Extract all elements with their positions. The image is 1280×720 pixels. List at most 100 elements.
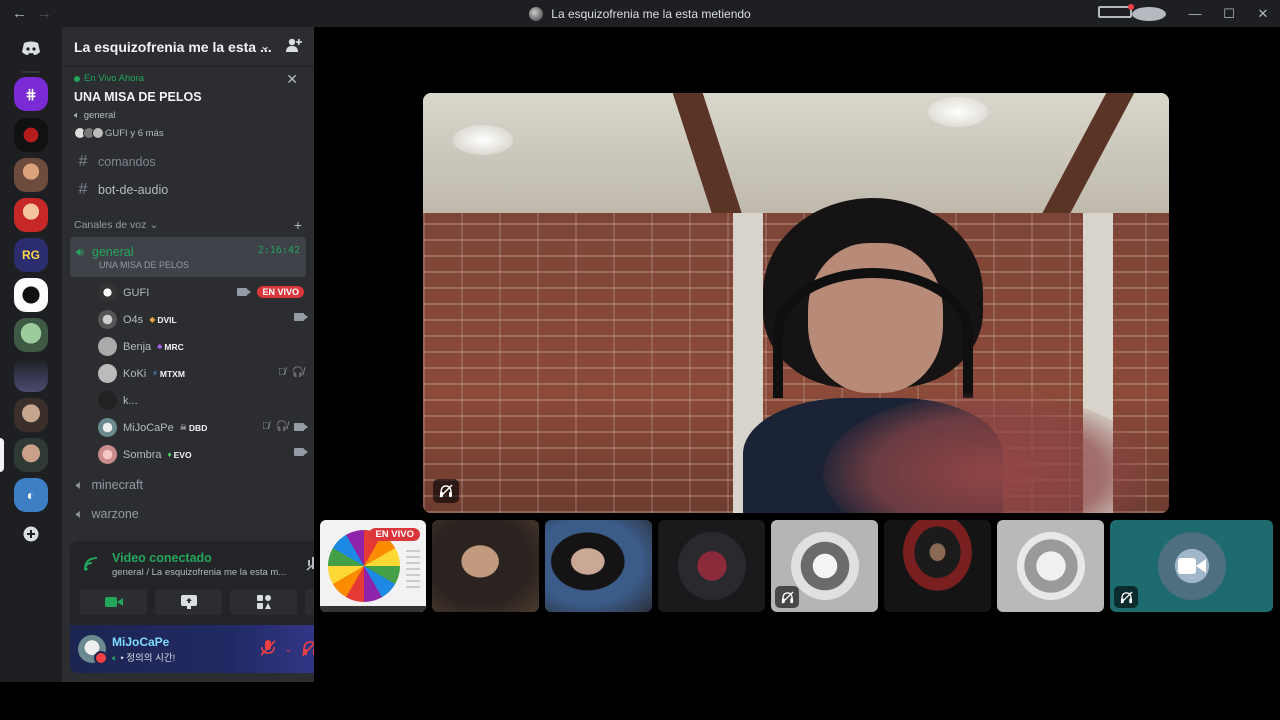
- video-camera-icon: [104, 597, 123, 607]
- participant-tile-video[interactable]: [545, 520, 652, 612]
- camera-icon: [294, 313, 308, 321]
- voice-member[interactable]: MiJoCaPe ☠ DBD 🎙̸ 🎧̸: [98, 414, 308, 441]
- participants-text: GUFI y 6 más: [105, 127, 164, 139]
- back-arrow-icon[interactable]: ←: [12, 5, 27, 22]
- clan-tag: ◆ DVIL: [149, 314, 177, 325]
- mic-muted-icon: 🎙̸: [278, 367, 286, 378]
- camera-button[interactable]: [80, 589, 147, 615]
- voice-status-text[interactable]: Video conectado: [112, 551, 212, 565]
- stream-ui-lines: [406, 550, 420, 590]
- server-icon-2[interactable]: [14, 118, 48, 152]
- discord-logo-icon: [22, 41, 40, 55]
- server-icon-3[interactable]: [14, 158, 48, 192]
- participant-tile-avatar[interactable]: [997, 520, 1104, 612]
- live-participants: GUFI y 6 más: [74, 127, 302, 139]
- avatar: [98, 310, 117, 329]
- screen-share-button[interactable]: [155, 589, 222, 615]
- maximize-button[interactable]: ☐: [1212, 6, 1246, 22]
- text-channel-comandos[interactable]: # comandos: [70, 149, 306, 175]
- participant-tile-video[interactable]: [884, 520, 991, 612]
- add-server-button[interactable]: [14, 517, 48, 551]
- history-nav: ← →: [0, 5, 52, 22]
- mic-muted-icon: [259, 639, 276, 656]
- mute-mic-button[interactable]: [259, 639, 276, 659]
- skull-icon: ☠: [179, 423, 187, 432]
- participant-strip: EN VIVO: [320, 520, 1273, 612]
- activities-button[interactable]: [230, 589, 297, 615]
- user-avatar[interactable]: [78, 635, 108, 665]
- video-stage: EN VIVO: [314, 27, 1280, 682]
- chevron-down-icon: ⌄: [149, 219, 159, 231]
- server-icon-4[interactable]: [14, 198, 48, 232]
- signal-strength-icon[interactable]: [84, 557, 100, 576]
- text-channel-label: comandos: [98, 155, 156, 169]
- server-icon-current[interactable]: [14, 438, 48, 472]
- server-header[interactable]: La esquizofrenia me la esta ... ⌄: [62, 27, 314, 67]
- member-name: Benja: [123, 340, 152, 353]
- server-icon-9[interactable]: [14, 398, 48, 432]
- server-icon-8[interactable]: [14, 358, 48, 392]
- discord-home-button[interactable]: [14, 33, 48, 63]
- voice-member[interactable]: Benja ♣ MRC: [98, 333, 304, 360]
- clan-tag: ♣ MRC: [157, 341, 184, 352]
- member-name: MiJoCaPe: [123, 421, 174, 434]
- participant-avatar: [790, 532, 859, 600]
- close-window-button[interactable]: ✕: [1246, 6, 1280, 22]
- server-avatar-icon: [529, 6, 544, 21]
- invite-people-button[interactable]: [285, 37, 302, 56]
- server-icon-5[interactable]: RG: [14, 238, 48, 272]
- participant-tile-stream[interactable]: EN VIVO: [320, 520, 426, 612]
- voice-channel-general[interactable]: 🔊︎ general 2:16:42 UNA MISA DE PELOS: [70, 237, 306, 277]
- plus-circle-icon: [23, 526, 39, 542]
- server-icon-10[interactable]: ◐: [14, 478, 48, 512]
- participant-tile-avatar[interactable]: [658, 520, 765, 612]
- voice-category-label: Canales de voz: [74, 219, 147, 231]
- participant-tile-camera-off[interactable]: [1110, 520, 1273, 612]
- close-live-card-button[interactable]: ✕: [286, 71, 298, 88]
- participant-tile-avatar[interactable]: [771, 520, 878, 612]
- participant-tile-video[interactable]: [432, 520, 539, 612]
- user-status-text: • 정의의 시간!: [120, 653, 176, 664]
- user-name[interactable]: MiJoCaPe: [112, 635, 169, 649]
- voice-member[interactable]: O4s ◆ DVIL: [98, 306, 308, 333]
- live-badge: EN VIVO: [369, 528, 420, 541]
- help-button[interactable]: ?: [1132, 6, 1166, 21]
- speaker-icon: 🔈︎: [112, 653, 118, 664]
- live-badge: EN VIVO: [257, 286, 304, 298]
- voice-member[interactable]: KoKi ⚡ MTXM 🎙̸ 🎧̸: [98, 360, 304, 387]
- focused-video-feed[interactable]: [423, 93, 1169, 513]
- rail-separator: [22, 71, 40, 73]
- server-icon-6[interactable]: [14, 278, 48, 312]
- voice-channel-warzone[interactable]: 🔈︎ warzone: [70, 501, 306, 527]
- stream-taskbar: [320, 606, 426, 612]
- voice-channel-minecraft[interactable]: 🔈︎ minecraft: [70, 472, 306, 498]
- minimize-button[interactable]: —: [1178, 6, 1212, 21]
- inbox-button[interactable]: [1098, 4, 1134, 21]
- server-icon-7[interactable]: [14, 318, 48, 352]
- live-now-label: En Vivo Ahora: [84, 73, 145, 84]
- member-name: k...: [123, 394, 138, 407]
- voice-channel-label: minecraft: [91, 478, 143, 492]
- mic-options-chevron-icon[interactable]: ⌄: [285, 644, 293, 655]
- help-icon: ?: [1132, 7, 1166, 21]
- voice-channel-activity: UNA MISA DE PELOS: [99, 259, 190, 270]
- create-channel-button[interactable]: +: [294, 217, 302, 233]
- member-name: GUFI: [123, 286, 150, 299]
- add-friend-icon: [286, 38, 302, 52]
- chevron-down-icon: ⌄: [259, 39, 270, 53]
- avatar: [98, 418, 117, 437]
- text-channel-bot-de-audio[interactable]: # bot-de-audio: [70, 177, 306, 203]
- server-rail: ⋕ RG ◐: [0, 27, 62, 682]
- forward-arrow-icon[interactable]: →: [37, 5, 52, 22]
- voice-member[interactable]: Sombra ♦ EVO: [98, 441, 308, 468]
- voice-category-header[interactable]: Canales de voz ⌄ +: [74, 217, 302, 233]
- text-channel-label: bot-de-audio: [98, 183, 169, 197]
- voice-location-text[interactable]: general / La esquizofrenia me la esta m.…: [112, 567, 297, 578]
- inbox-icon: [1098, 4, 1134, 18]
- user-custom-status: 🔈︎ • 정의의 시간!: [112, 650, 175, 664]
- voice-member[interactable]: GUFI EN VIVO: [98, 279, 304, 306]
- live-now-card[interactable]: En Vivo Ahora ✕ UNA MISA DE PELOS 🔈︎ gen…: [62, 67, 314, 143]
- server-icon-1[interactable]: ⋕: [14, 77, 48, 111]
- voice-member[interactable]: k...: [98, 387, 304, 414]
- camera-icon: [294, 448, 308, 456]
